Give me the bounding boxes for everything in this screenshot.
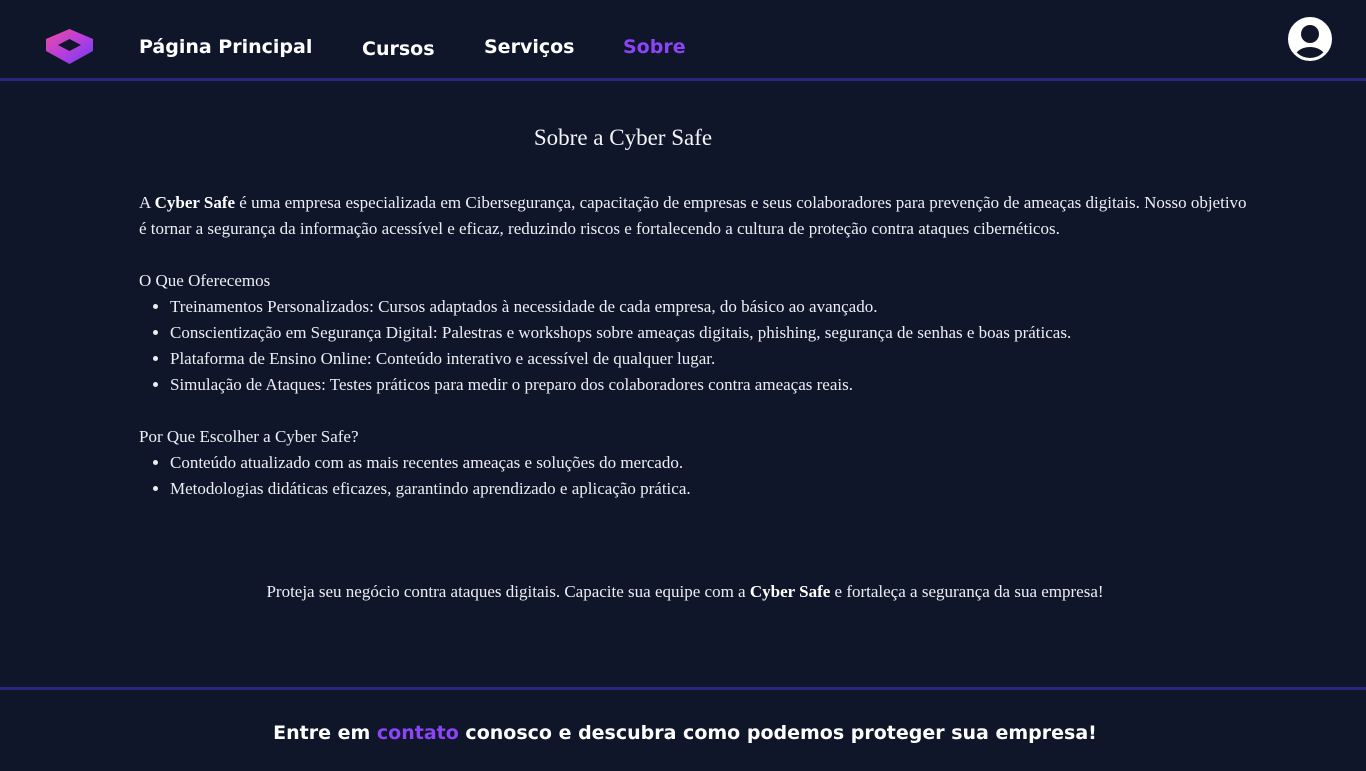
why-item: Conteúdo atualizado com as mais recentes… <box>170 450 1249 476</box>
user-avatar-icon[interactable] <box>1288 17 1332 61</box>
why-item: Metodologias didáticas eficazes, garanti… <box>170 476 1249 502</box>
nav-home-link[interactable]: Página Principal <box>139 34 312 60</box>
offer-item: Treinamentos Personalizados: Cursos adap… <box>170 294 1249 320</box>
cta-brand: Cyber Safe <box>749 582 831 601</box>
nav-sobre-link[interactable]: Sobre <box>623 34 686 60</box>
nav-cursos-link[interactable]: Cursos <box>362 36 435 62</box>
nav-servicos-link[interactable]: Serviços <box>484 34 574 60</box>
footer-after: conosco e descubra como podemos proteger… <box>458 722 1097 744</box>
cube-logo-icon[interactable] <box>46 29 93 64</box>
why-heading: Por Que Escolher a Cyber Safe? <box>139 427 359 446</box>
offer-list: Treinamentos Personalizados: Cursos adap… <box>139 294 1249 398</box>
intro-paragraph: A Cyber Safe é uma empresa especializada… <box>139 190 1249 242</box>
contact-link[interactable]: contato <box>377 722 459 744</box>
about-content: A Cyber Safe é uma empresa especializada… <box>139 190 1249 502</box>
offer-item: Plataforma de Ensino Online: Conteúdo in… <box>170 346 1249 372</box>
why-list: Conteúdo atualizado com as mais recentes… <box>139 450 1249 502</box>
intro-prefix: A <box>139 193 155 212</box>
offer-heading: O Que Oferecemos <box>139 271 271 290</box>
page-title: Sobre a Cyber Safe <box>533 125 713 150</box>
offer-item: Simulação de Ataques: Testes práticos pa… <box>170 372 1249 398</box>
intro-text: é uma empresa especializada em Cibersegu… <box>139 193 1247 238</box>
footer: Entre em contato conosco e descubra como… <box>0 687 1366 771</box>
footer-before: Entre em <box>273 722 377 744</box>
footer-text: Entre em contato conosco e descubra como… <box>0 720 1366 746</box>
cta-paragraph: Proteja seu negócio contra ataques digit… <box>0 579 1366 605</box>
offer-item: Conscientização em Segurança Digital: Pa… <box>170 320 1249 346</box>
cta-after: e fortaleça a segurança da sua empresa! <box>830 582 1104 601</box>
cta-before: Proteja seu negócio contra ataques digit… <box>266 582 750 601</box>
intro-brand: Cyber Safe <box>154 193 236 212</box>
top-navbar: Página Principal Cursos Serviços Sobre <box>0 0 1366 81</box>
